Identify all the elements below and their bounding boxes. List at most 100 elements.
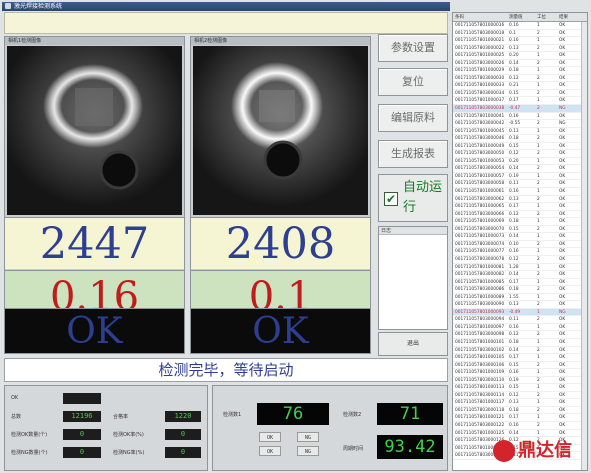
table-cell: 001711057803000054 <box>455 166 505 172</box>
table-row[interactable]: 001711057801000069 0.18 1 OK <box>453 218 587 226</box>
table-row[interactable]: 001711057801000016 0.16 1 OK <box>453 22 587 30</box>
auto-run-checkbox[interactable]: ✔ <box>384 192 398 206</box>
column-header-result[interactable]: 结果 <box>559 13 581 21</box>
table-row[interactable]: 001711057801000061 0.16 1 OK <box>453 188 587 196</box>
table-cell: OK <box>559 392 566 398</box>
table-cell: NG <box>559 106 566 112</box>
table-cell: 2 <box>537 75 540 81</box>
table-row[interactable]: 001711057801000053 0.20 1 OK <box>453 158 587 166</box>
table-cell: 001711057801000117 <box>455 400 505 406</box>
table-cell: 1 <box>537 219 540 225</box>
table-row[interactable]: 001711057801000073 0.14 1 OK <box>453 233 587 241</box>
table-cell: OK <box>559 370 566 376</box>
stat-rate-label: 合格率 <box>113 414 129 420</box>
table-cell: 0.16 <box>509 370 519 376</box>
table-row[interactable]: 001711057801000113 0.15 1 OK <box>453 384 587 392</box>
stat-ok-value <box>63 393 101 404</box>
table-row[interactable]: 001711057803000098 0.12 2 OK <box>453 331 587 339</box>
table-cell: OK <box>559 151 566 157</box>
table-row[interactable]: 001711057801000041 0.16 1 OK <box>453 113 587 121</box>
table-row[interactable]: 001711057801000021 0.16 1 OK <box>453 37 587 45</box>
table-cell: 0.15 <box>509 385 519 391</box>
table-row[interactable]: 001711057801000093 -0.49 1 NG <box>453 308 587 317</box>
table-cell: 2 <box>537 166 540 172</box>
reset-button[interactable]: 复位 <box>378 68 448 96</box>
table-cell: 1 <box>537 234 540 240</box>
report-button[interactable]: 生成报表 <box>378 140 448 168</box>
table-row[interactable]: 001711057803000114 0.12 2 OK <box>453 392 587 400</box>
table-row[interactable]: 001711057803000058 0.11 2 OK <box>453 180 587 189</box>
table-row[interactable]: 001711057803000042 -0.55 2 NG <box>453 120 587 128</box>
table-row[interactable]: 001711057803000062 0.13 2 OK <box>453 196 587 204</box>
column-header-station[interactable]: 工位 <box>537 13 559 21</box>
stat-ok-label: OK <box>11 395 19 401</box>
table-row[interactable]: 001711057801000089 1.55 1 OK <box>453 294 587 302</box>
results-table[interactable]: 条码 测量值 工位 结果 001711057801000016 0.16 1 OK 00… <box>452 12 588 471</box>
table-cell: 0.11 <box>509 317 519 323</box>
table-row[interactable]: 001711057803000086 0.18 2 OK <box>453 286 587 294</box>
table-row[interactable]: 001711057803000026 0.14 2 OK <box>453 60 587 68</box>
mini-status-3: OK <box>259 446 281 456</box>
table-row[interactable]: 001711057803000050 0.12 2 OK <box>453 150 587 158</box>
table-row[interactable]: 001711057801000101 0.18 1 OK <box>453 339 587 347</box>
table-cell: 0.12 <box>509 211 519 217</box>
table-cell: 0.15 <box>509 90 519 96</box>
table-cell: OK <box>559 128 566 134</box>
table-row[interactable]: 001711057801000109 0.16 1 OK <box>453 369 587 377</box>
column-header-code[interactable]: 条码 <box>453 13 509 21</box>
table-cell: 001711057801000109 <box>455 370 505 376</box>
table-row[interactable]: 001711057801000037 0.17 1 OK <box>453 97 587 106</box>
camera-panel-1: 相机1检测图像 2447 0.16 <box>4 36 185 354</box>
table-row[interactable]: 001711057803000022 0.13 2 OK <box>453 45 587 53</box>
table-row[interactable]: 001711057803000070 0.15 2 OK <box>453 226 587 234</box>
table-cell: 0.21 <box>509 83 519 89</box>
status-message: 检测完毕，等待启动 <box>4 358 448 382</box>
table-row[interactable]: 001711057803000078 0.12 2 OK <box>453 256 587 264</box>
table-row[interactable]: 001711057803000102 0.14 2 OK <box>453 347 587 355</box>
table-row[interactable]: 001711057803000118 0.18 2 OK <box>453 407 587 415</box>
exit-button[interactable]: 退出 <box>378 332 448 356</box>
table-row[interactable]: 001711057801000085 0.17 1 OK <box>453 279 587 287</box>
table-scrollbar[interactable] <box>581 22 587 470</box>
table-row[interactable]: 001711057803000038 -0.47 2 NG <box>453 105 587 113</box>
table-cell: 001711057803000066 <box>455 211 505 217</box>
table-row[interactable]: 001711057801000057 0.19 1 OK <box>453 173 587 181</box>
table-row[interactable]: 001711057803000074 0.10 2 OK <box>453 241 587 249</box>
table-row[interactable]: 001711057801000025 0.20 1 OK <box>453 52 587 60</box>
table-row[interactable]: 001711057801000121 0.17 1 OK <box>453 414 587 422</box>
params-button[interactable]: 参数设置 <box>378 34 448 62</box>
table-row[interactable]: 001711057803000090 0.13 2 OK <box>453 301 587 309</box>
table-row[interactable]: 001711057803000110 0.19 2 OK <box>453 377 587 385</box>
table-row[interactable]: 001711057803000054 0.14 2 OK <box>453 165 587 173</box>
table-row[interactable]: 001711057801000105 0.17 1 OK <box>453 354 587 362</box>
table-row[interactable]: 001711057803000018 0.1 2 OK <box>453 30 587 38</box>
table-cell: 001711057803000058 <box>455 181 505 187</box>
table-cell: 001711057801000037 <box>455 98 505 104</box>
column-header-value[interactable]: 测量值 <box>509 13 537 21</box>
table-row[interactable]: 001711057803000030 0.12 2 OK <box>453 75 587 83</box>
stat-ok-rate-label: 检测OK率(%) <box>113 432 144 438</box>
table-row[interactable]: 001711057801000045 0.13 1 OK <box>453 128 587 136</box>
table-row[interactable]: 001711057803000106 0.15 2 OK <box>453 362 587 370</box>
table-row[interactable]: 001711057803000046 0.18 2 OK <box>453 135 587 143</box>
change-material-button[interactable]: 编辑原料 <box>378 104 448 132</box>
camera-1-header: 相机1检测图像 <box>5 37 184 45</box>
table-row[interactable]: 001711057803000122 0.16 2 OK <box>453 422 587 430</box>
table-cell: 0.15 <box>509 143 519 149</box>
table-row[interactable]: 001711057801000077 0.16 1 OK <box>453 248 587 256</box>
table-row[interactable]: 001711057801000049 0.15 1 OK <box>453 143 587 151</box>
table-row[interactable]: 001711057801000097 0.16 1 OK <box>453 324 587 332</box>
auto-run-toggle[interactable]: ✔ 自动运行 <box>378 174 448 222</box>
table-row[interactable]: 001711057801000033 0.21 1 OK <box>453 82 587 90</box>
table-cell: 001711057801000097 <box>455 324 505 330</box>
table-row[interactable]: 001711057801000081 1.28 1 OK <box>453 264 587 272</box>
table-row[interactable]: 001711057801000065 0.17 1 OK <box>453 203 587 211</box>
table-cell: 1 <box>537 249 540 255</box>
table-row[interactable]: 001711057803000082 0.14 2 OK <box>453 271 587 279</box>
table-row[interactable]: 001711057803000034 0.15 2 OK <box>453 90 587 98</box>
table-row[interactable]: 001711057801000029 0.18 1 OK <box>453 67 587 75</box>
table-row[interactable]: 001711057803000094 0.11 2 OK <box>453 316 587 324</box>
table-row[interactable]: 001711057801000117 0.13 1 OK <box>453 399 587 407</box>
table-cell: 0.16 <box>509 422 519 428</box>
table-row[interactable]: 001711057803000066 0.12 2 OK <box>453 211 587 219</box>
